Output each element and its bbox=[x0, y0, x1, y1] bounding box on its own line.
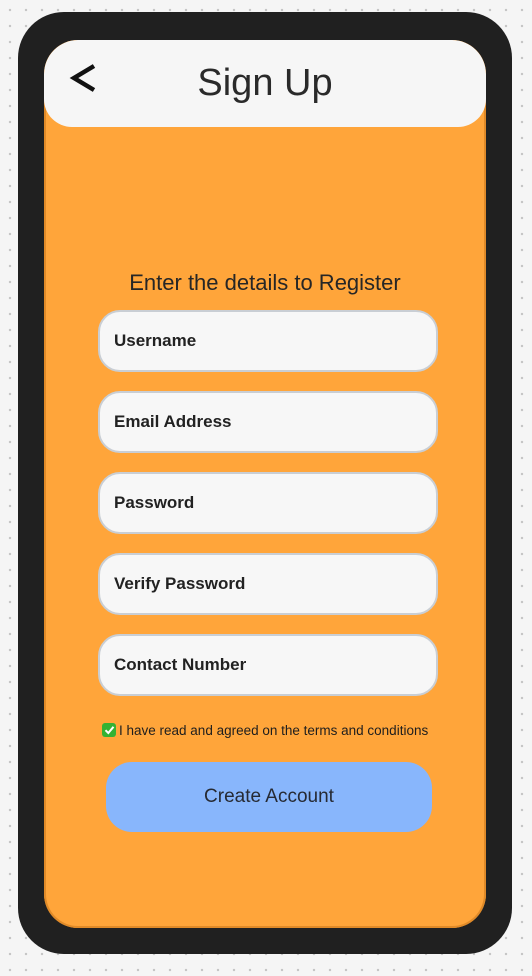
email-input[interactable] bbox=[100, 393, 436, 451]
password-field[interactable] bbox=[98, 472, 438, 534]
username-input[interactable] bbox=[100, 312, 436, 370]
form-subtitle: Enter the details to Register bbox=[129, 270, 401, 295]
contact-number-input[interactable] bbox=[100, 636, 436, 694]
terms-row: I have read and agreed on the terms and … bbox=[102, 719, 428, 741]
app-header: Sign Up bbox=[44, 40, 486, 127]
signup-screen: Sign Up Enter the details to Register I … bbox=[44, 40, 486, 928]
checkmark-icon bbox=[104, 726, 114, 735]
email-field[interactable] bbox=[98, 391, 438, 453]
verify-password-field[interactable] bbox=[98, 553, 438, 615]
username-field[interactable] bbox=[98, 310, 438, 372]
contact-number-field[interactable] bbox=[98, 634, 438, 696]
create-account-label: Create Account bbox=[204, 786, 334, 807]
verify-password-input[interactable] bbox=[100, 555, 436, 613]
terms-checkbox[interactable] bbox=[102, 723, 116, 737]
page-title: Sign Up bbox=[197, 62, 333, 104]
phone-frame: Sign Up Enter the details to Register I … bbox=[18, 12, 512, 954]
terms-label: I have read and agreed on the terms and … bbox=[119, 722, 429, 738]
create-account-button[interactable]: Create Account bbox=[106, 762, 432, 832]
password-input[interactable] bbox=[100, 474, 436, 532]
